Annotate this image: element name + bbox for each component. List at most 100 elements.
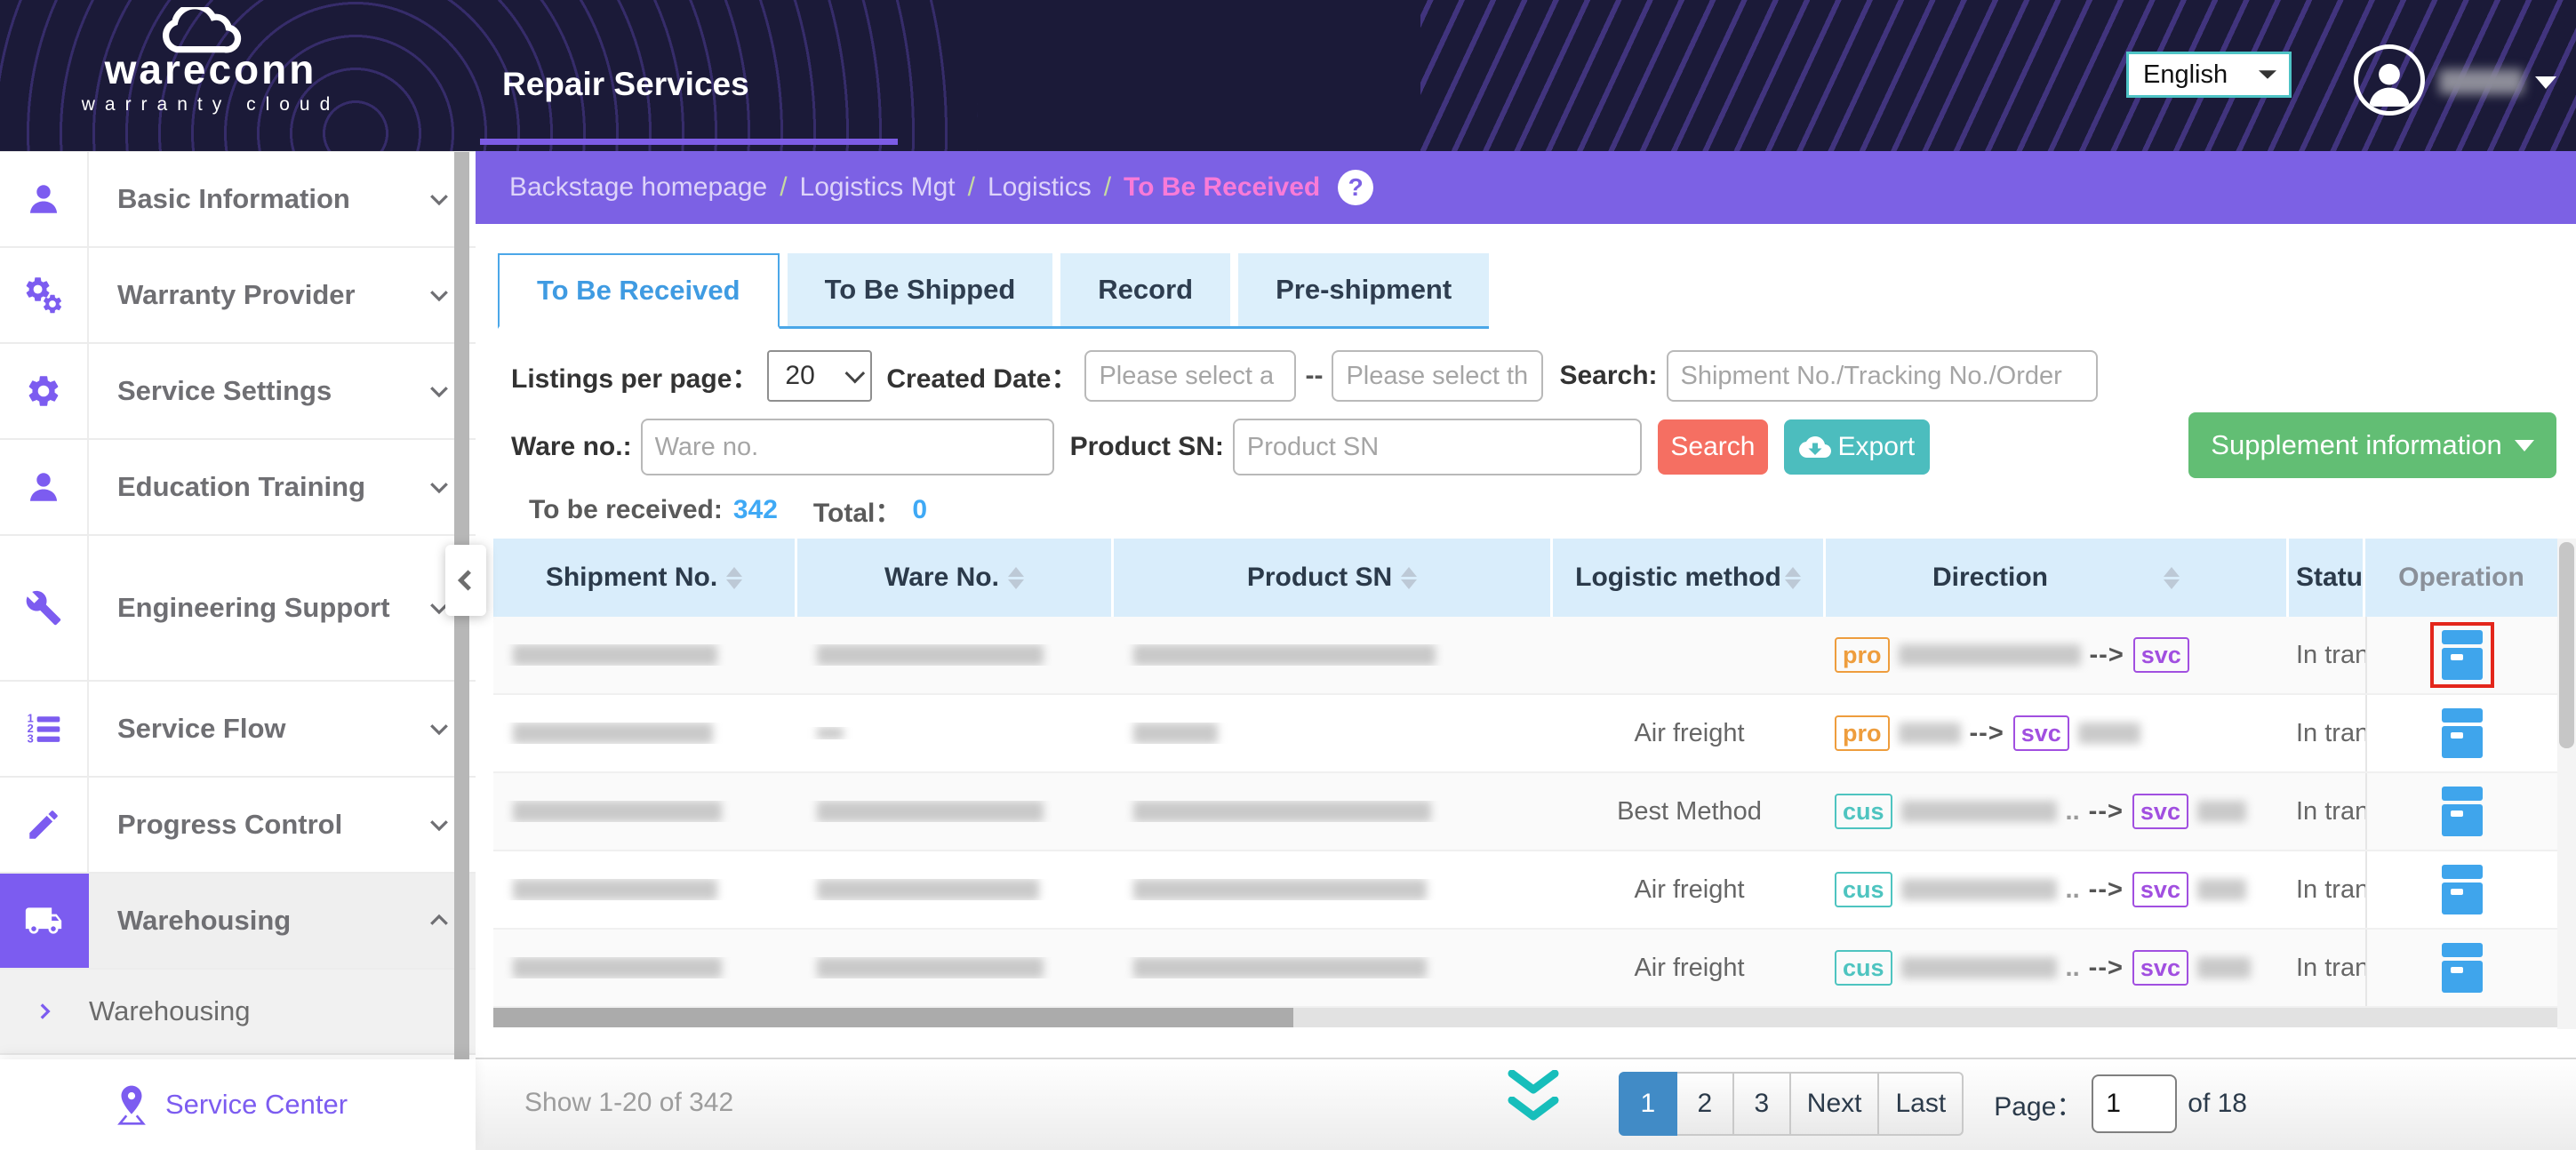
double-chevron-down-icon[interactable] — [1507, 1070, 1560, 1122]
sort-icon[interactable] — [1401, 567, 1417, 589]
redacted-text — [1899, 723, 1961, 744]
redacted-text — [817, 727, 844, 739]
tab-record[interactable]: Record — [1060, 253, 1230, 326]
sidebar-collapse-button[interactable] — [445, 545, 486, 616]
page-button-3[interactable]: 3 — [1732, 1072, 1791, 1136]
sidebar-item-service-settings[interactable]: Service Settings — [0, 344, 476, 440]
receive-box-icon[interactable] — [2442, 708, 2483, 758]
wareconn-logo[interactable]: wareconn warranty cloud — [64, 7, 357, 116]
sidebar-item-label: Service Flow — [117, 711, 286, 747]
page-number-input[interactable] — [2092, 1074, 2177, 1133]
breadcrumb-link-logistics-mgt[interactable]: Logistics Mgt — [800, 172, 956, 203]
receive-box-icon[interactable] — [2442, 787, 2483, 836]
service-center-link[interactable]: Service Center — [0, 1059, 476, 1150]
sort-icon[interactable] — [2164, 567, 2180, 589]
breadcrumb-current: To Be Received — [1124, 172, 1320, 203]
sidebar-item-basic-information[interactable]: Basic Information — [0, 152, 476, 248]
receive-box-icon[interactable] — [2442, 865, 2483, 914]
direction-arrow: --> — [2089, 797, 2124, 827]
search-label: Search: — [1559, 361, 1657, 391]
last-page-button[interactable]: Last — [1877, 1072, 1964, 1136]
tab-pre-shipment[interactable]: Pre-shipment — [1238, 253, 1489, 326]
product-sn-cell — [1114, 644, 1553, 666]
redacted-text — [1133, 957, 1427, 978]
vertical-scrollbar-thumb[interactable] — [2559, 542, 2574, 748]
column-header-product-sn[interactable]: Product SN — [1114, 539, 1553, 617]
page-button-2[interactable]: 2 — [1676, 1072, 1734, 1136]
search-button[interactable]: Search — [1658, 419, 1768, 475]
redacted-text — [1901, 801, 2057, 822]
avatar[interactable] — [2354, 44, 2425, 116]
direction-arrow: --> — [2089, 875, 2124, 905]
column-header-ware-no[interactable]: Ware No. — [797, 539, 1114, 617]
direction-ellipsis: .. — [2066, 954, 2080, 983]
redacted-text — [1133, 644, 1436, 666]
tab-to-be-received[interactable]: To Be Received — [498, 253, 780, 329]
receive-box-icon[interactable] — [2442, 943, 2483, 993]
chevron-down-icon — [2259, 70, 2276, 79]
table-header: Shipment No. Ware No. Product SN Logisti… — [493, 539, 2557, 617]
direction-to-badge: svc — [2133, 637, 2189, 673]
receive-box-icon[interactable] — [2442, 630, 2483, 680]
column-label: Product SN — [1247, 563, 1392, 593]
sidebar-item-warranty-provider[interactable]: Warranty Provider — [0, 248, 476, 344]
direction-cell: cus .. --> svc — [1826, 872, 2289, 907]
page-button-1[interactable]: 1 — [1619, 1072, 1677, 1136]
ware-no-input[interactable] — [641, 419, 1054, 475]
chevron-down-icon — [426, 378, 452, 404]
table-row: Air freight cus .. --> svc In transit — [493, 930, 2557, 1008]
redacted-text — [1901, 957, 2057, 978]
language-select[interactable]: English — [2126, 52, 2292, 98]
sort-icon[interactable] — [726, 567, 742, 589]
export-button[interactable]: Export — [1784, 419, 1930, 475]
breadcrumb-separator: / — [1104, 172, 1111, 203]
sort-icon[interactable] — [1785, 567, 1801, 589]
table-row: Air freight cus .. --> svc In transit — [493, 851, 2557, 930]
sidebar: Basic Information Warranty Provider Serv… — [0, 151, 476, 1150]
column-label: Ware No. — [884, 563, 999, 593]
sidebar-item-education-training[interactable]: Education Training — [0, 440, 476, 536]
supplement-information-button[interactable]: Supplement information — [2188, 412, 2556, 478]
next-page-button[interactable]: Next — [1789, 1072, 1880, 1136]
repair-services-page: wareconn warranty cloud Repair Services … — [0, 0, 2576, 1150]
product-sn-cell — [1114, 957, 1553, 978]
main-content: Backstage homepage / Logistics Mgt / Log… — [476, 151, 2576, 1150]
sidebar-item-warehousing[interactable]: Warehousing — [0, 874, 476, 970]
breadcrumb-link-logistics[interactable]: Logistics — [988, 172, 1092, 203]
listings-per-page-value: 20 — [785, 361, 814, 391]
sidebar-item-service-flow[interactable]: 1 2 3 Service Flow — [0, 682, 476, 778]
column-header-shipment-no[interactable]: Shipment No. — [493, 539, 797, 617]
page-label: Page： — [1994, 1084, 2083, 1123]
help-icon[interactable]: ? — [1338, 170, 1373, 205]
sidebar-item-progress-control[interactable]: Progress Control — [0, 778, 476, 874]
logo-subtitle: warranty cloud — [64, 94, 357, 116]
status-cell: In transit — [2289, 797, 2365, 827]
direction-to-badge: svc — [2132, 950, 2188, 986]
direction-cell: pro --> svc — [1826, 637, 2289, 673]
column-header-logistic-method[interactable]: Logistic method — [1553, 539, 1826, 617]
column-header-direction[interactable]: Direction — [1826, 539, 2289, 617]
product-sn-input[interactable] — [1233, 419, 1642, 475]
redacted-text — [817, 644, 1044, 666]
ware-no-cell — [797, 801, 1114, 822]
breadcrumb-link-backstage[interactable]: Backstage homepage — [509, 172, 767, 203]
redacted-text — [817, 957, 1044, 978]
shipment-no-cell — [493, 957, 797, 978]
vertical-scrollbar[interactable] — [2557, 539, 2576, 1029]
date-to-input[interactable] — [1332, 350, 1543, 402]
username-redacted[interactable] — [2439, 69, 2524, 94]
sidebar-subitem-warehousing[interactable]: Warehousing — [0, 970, 476, 1055]
direction-to-badge: svc — [2132, 794, 2188, 829]
chevron-down-icon — [845, 363, 866, 384]
sidebar-item-engineering-support[interactable]: Engineering Support — [0, 536, 476, 682]
listings-per-page-select[interactable]: 20 — [767, 350, 872, 402]
column-header-status[interactable]: Status — [2289, 539, 2365, 617]
date-from-input[interactable] — [1084, 350, 1296, 402]
horizontal-scrollbar[interactable] — [493, 1008, 2557, 1027]
tab-to-be-shipped[interactable]: To Be Shipped — [788, 253, 1053, 326]
sort-icon[interactable] — [1008, 567, 1024, 589]
user-menu-caret-icon[interactable] — [2535, 76, 2556, 89]
search-input[interactable] — [1667, 350, 2098, 402]
status-cell: In transit — [2289, 875, 2365, 905]
horizontal-scrollbar-thumb[interactable] — [493, 1008, 1293, 1027]
